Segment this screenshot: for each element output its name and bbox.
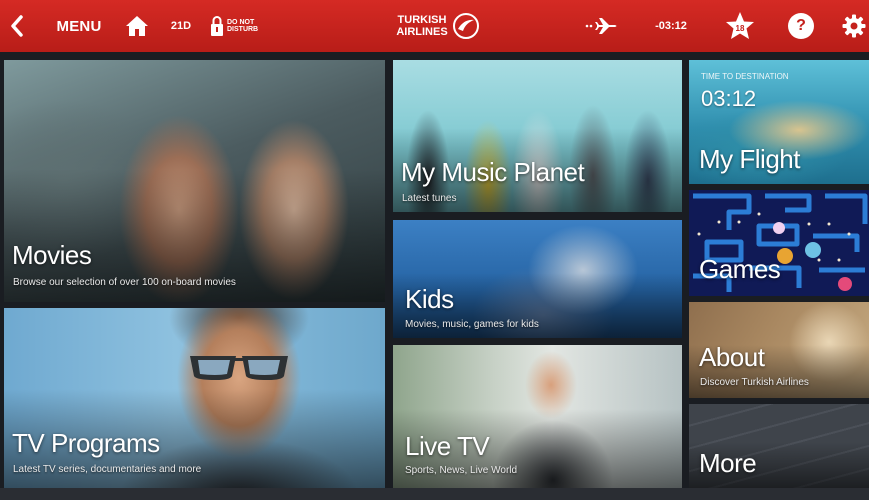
games-tile[interactable]: Games [689,190,869,296]
home-icon [126,16,148,36]
my-flight-title: My Flight [699,144,800,174]
lock-icon [211,16,223,36]
do-not-disturb-button[interactable]: DO NOT DISTURB [210,0,266,52]
games-title: Games [699,254,781,284]
back-button[interactable] [6,0,28,52]
live-tv-subtitle: Sports, News, Live World [405,465,518,476]
kids-title: Kids [405,284,454,314]
more-title: More [699,448,757,478]
gear-icon [842,14,866,38]
help-button[interactable]: ? [786,0,816,52]
bottom-strip [0,488,869,500]
music-subtitle: Latest tunes [402,193,457,204]
movies-subtitle: Browse our selection of over 100 on-boar… [13,277,236,288]
flight-time-remaining: 03:12 [701,86,757,111]
star-button[interactable]: 18 [723,0,757,52]
about-tile[interactable]: About Discover Turkish Airlines [689,302,869,398]
top-bar: MENU 21D DO NOT DISTURB TURKISH AIRLINES… [0,0,869,52]
settings-button[interactable] [840,0,868,52]
bird-logo-icon [452,13,479,39]
seat-number: 21D [170,20,192,32]
about-title: About [699,342,765,372]
home-button[interactable] [124,0,150,52]
logo-line-1: TURKISH [397,14,447,26]
star-count: 18 [736,24,745,33]
help-icon: ? [788,13,814,39]
movies-title: Movies [12,240,92,270]
airplane-icon [585,18,617,34]
music-tile[interactable]: My Music Planet Latest tunes [393,60,682,212]
music-title: My Music Planet [401,157,585,187]
time-to-destination-label: TIME TO DESTINATION [701,72,789,81]
dnd-label: DO NOT DISTURB [227,19,259,33]
time-remaining: -03:12 [655,20,687,32]
logo-line-2: AIRLINES [396,26,448,38]
live-tv-title: Live TV [405,431,490,461]
tv-programs-title: TV Programs [12,428,160,458]
movies-tile[interactable]: Movies Browse our selection of over 100 … [4,60,385,302]
tv-programs-subtitle: Latest TV series, documentaries and more [13,464,202,475]
chevron-left-icon [11,15,23,37]
about-subtitle: Discover Turkish Airlines [700,377,809,388]
star-icon: 18 [726,12,754,39]
sunglasses-artwork [190,356,288,380]
kids-subtitle: Movies, music, games for kids [405,319,539,330]
kids-tile[interactable]: Kids Movies, music, games for kids [393,220,682,338]
my-flight-tile[interactable]: TIME TO DESTINATION 03:12 My Flight [689,60,869,184]
live-tv-tile[interactable]: Live TV Sports, News, Live World [393,345,682,488]
menu-button[interactable]: MENU [52,0,106,52]
tv-programs-tile[interactable]: TV Programs Latest TV series, documentar… [4,308,385,488]
more-tile[interactable]: More [689,404,869,488]
turkish-airlines-logo: TURKISH AIRLINES [388,0,488,52]
flight-map-button[interactable] [582,0,622,52]
